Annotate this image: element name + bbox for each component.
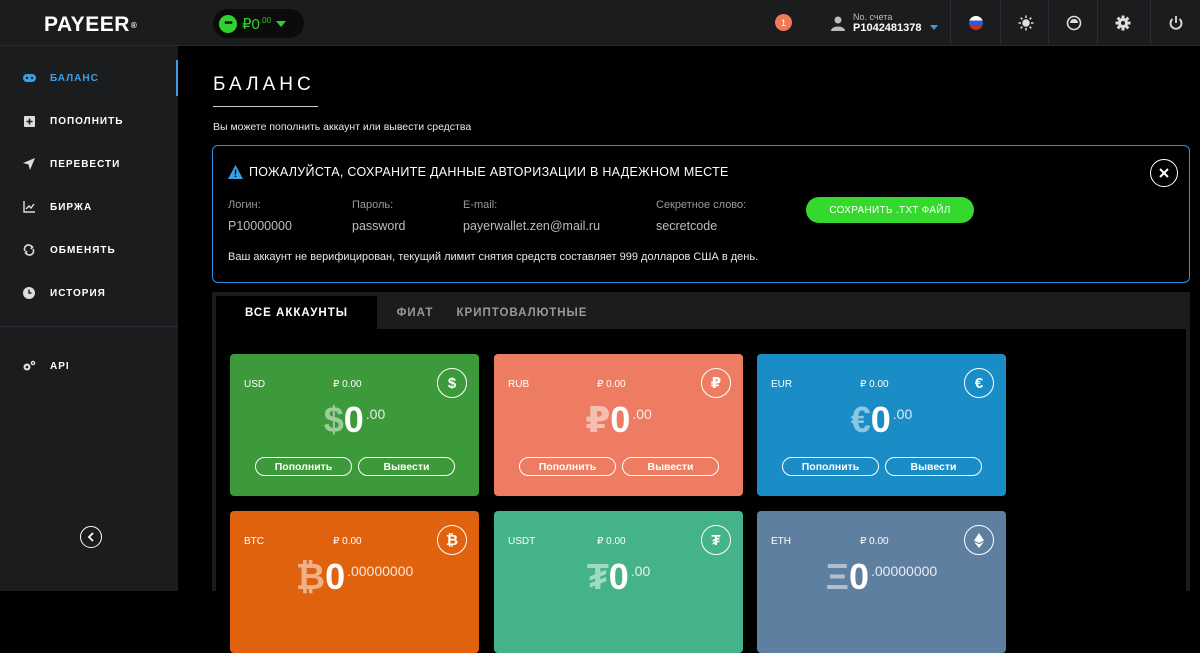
sidebar-item-transfer[interactable]: ПЕРЕВЕСТИ xyxy=(0,146,178,182)
account-card-eur[interactable]: EUR ₽ 0.00 € €0.00 Пополнить Вывести xyxy=(757,354,1006,496)
collapse-sidebar-button[interactable] xyxy=(80,526,102,548)
accounts-panel: ВСЕ АККАУНТЫ ФИАТ КРИПТОВАЛЮТНЫЕ USD ₽ 0… xyxy=(212,292,1190,653)
login-field: Логин: P10000000 xyxy=(228,199,292,233)
card-balance: Ξ 0.00000000 xyxy=(825,556,938,597)
clock-icon xyxy=(22,286,36,300)
accounts-grid: USD ₽ 0.00 $ $0.00 Пополнить Вывести RUB… xyxy=(216,329,1186,653)
sidebar-item-api[interactable]: API xyxy=(0,348,178,384)
chart-icon xyxy=(22,200,36,214)
warning-icon xyxy=(228,165,243,179)
dots-icon: ••• xyxy=(219,14,237,33)
tab-all-accounts[interactable]: ВСЕ АККАУНТЫ xyxy=(216,296,377,329)
support-icon xyxy=(1066,15,1081,31)
sun-icon xyxy=(1018,15,1033,31)
sidebar-item-balance[interactable]: БАЛАНС xyxy=(0,60,178,96)
withdraw-button[interactable]: Вывести xyxy=(885,457,982,476)
account-selector[interactable]: No. счета P1042481378 xyxy=(830,12,938,34)
sidebar-item-exchange-market[interactable]: БИРЖА xyxy=(0,189,178,225)
dollar-icon: $ xyxy=(437,368,467,398)
account-card-eth[interactable]: ETH ₽ 0.00 Ξ 0.00000000 xyxy=(757,511,1006,653)
close-icon xyxy=(1159,168,1169,178)
account-card-usdt[interactable]: USDT ₽ 0.00 ₮ ₮ 0.00 xyxy=(494,511,743,653)
bitcoin-icon: ₿ xyxy=(437,525,467,555)
sidebar: БАЛАНС ПОПОЛНИТЬ ПЕРЕВЕСТИ БИРЖА ОБМЕНЯТ… xyxy=(0,46,178,591)
tab-crypto[interactable]: КРИПТОВАЛЮТНЫЕ xyxy=(452,296,592,329)
page-title: БАЛАНС xyxy=(213,74,315,95)
card-balance: ₿ 0.00000000 xyxy=(295,556,414,597)
payeer-logo[interactable]: PAYEER® xyxy=(44,13,137,37)
power-icon xyxy=(1169,16,1182,30)
password-field: Пароль: password xyxy=(352,199,406,233)
alert-heading: ПОЖАЛУЙСТА, СОХРАНИТЕ ДАННЫЕ АВТОРИЗАЦИИ… xyxy=(228,165,729,179)
account-card-rub[interactable]: RUB ₽ 0.00 ₽ ₽0.00 Пополнить Вывести xyxy=(494,354,743,496)
secret-word-field: Секретное слово: secretcode xyxy=(656,199,747,233)
sidebar-item-swap[interactable]: ОБМЕНЯТЬ xyxy=(0,232,178,268)
wallet-balance-selector[interactable]: ••• ₽0.00 xyxy=(213,9,304,38)
page-subtitle: Вы можете пополнить аккаунт или вывести … xyxy=(213,121,472,133)
account-card-btc[interactable]: BTC ₽ 0.00 ₿ ₿ 0.00000000 xyxy=(230,511,479,653)
title-underline xyxy=(213,106,318,107)
sidebar-item-deposit[interactable]: ПОПОЛНИТЬ xyxy=(0,103,178,139)
wallet-amount: ₽0.00 xyxy=(242,15,272,33)
theme-button[interactable] xyxy=(1000,0,1050,46)
support-button[interactable] xyxy=(1048,0,1098,46)
withdraw-button[interactable]: Вывести xyxy=(358,457,455,476)
settings-button[interactable] xyxy=(1097,0,1147,46)
main-content: БАЛАНС Вы можете пополнить аккаунт или в… xyxy=(178,46,1200,653)
deposit-button[interactable]: Пополнить xyxy=(782,457,879,476)
account-label: No. счета xyxy=(853,12,893,22)
email-field: E-mail: payerwallet.zen@mail.ru xyxy=(463,199,601,233)
card-balance: $0.00 xyxy=(323,399,386,440)
exchange-icon xyxy=(22,243,36,257)
user-icon xyxy=(831,16,845,31)
account-card-usd[interactable]: USD ₽ 0.00 $ $0.00 Пополнить Вывести xyxy=(230,354,479,496)
deposit-button[interactable]: Пополнить xyxy=(255,457,352,476)
top-bar: PAYEER® ••• ₽0.00 1 No. счета P104248137… xyxy=(0,0,1200,46)
withdraw-button[interactable]: Вывести xyxy=(622,457,719,476)
verification-note: Ваш аккаунт не верифицирован, текущий ли… xyxy=(228,251,759,263)
euro-icon: € xyxy=(964,368,994,398)
logout-button[interactable] xyxy=(1150,0,1200,46)
ruble-icon: ₽ xyxy=(701,368,731,398)
gear-icon xyxy=(1115,15,1130,31)
paper-plane-icon xyxy=(22,157,36,171)
chevron-left-icon xyxy=(87,532,94,542)
tether-icon: ₮ xyxy=(701,525,731,555)
card-balance: ₮ 0.00 xyxy=(586,556,651,597)
tab-fiat[interactable]: ФИАТ xyxy=(385,296,445,329)
close-alert-button[interactable] xyxy=(1150,159,1178,187)
deposit-button[interactable]: Пополнить xyxy=(519,457,616,476)
ethereum-icon xyxy=(964,525,994,555)
card-balance: €0.00 xyxy=(850,399,913,440)
card-balance: ₽0.00 xyxy=(585,399,652,440)
chevron-down-icon xyxy=(929,24,938,30)
notification-badge[interactable]: 1 xyxy=(775,14,792,31)
account-number: P1042481378 xyxy=(853,22,922,34)
sidebar-item-history[interactable]: ИСТОРИЯ xyxy=(0,275,178,311)
sidebar-divider xyxy=(0,326,178,327)
gamepad-icon xyxy=(22,71,36,85)
gears-icon xyxy=(22,359,36,373)
russia-flag-icon xyxy=(968,16,983,30)
language-button[interactable] xyxy=(950,0,1000,46)
chevron-down-icon xyxy=(276,20,287,27)
plus-square-icon xyxy=(22,114,36,128)
save-txt-file-button[interactable]: СОХРАНИТЬ .TXT ФАЙЛ xyxy=(806,197,974,223)
auth-data-alert: ПОЖАЛУЙСТА, СОХРАНИТЕ ДАННЫЕ АВТОРИЗАЦИИ… xyxy=(212,145,1190,283)
